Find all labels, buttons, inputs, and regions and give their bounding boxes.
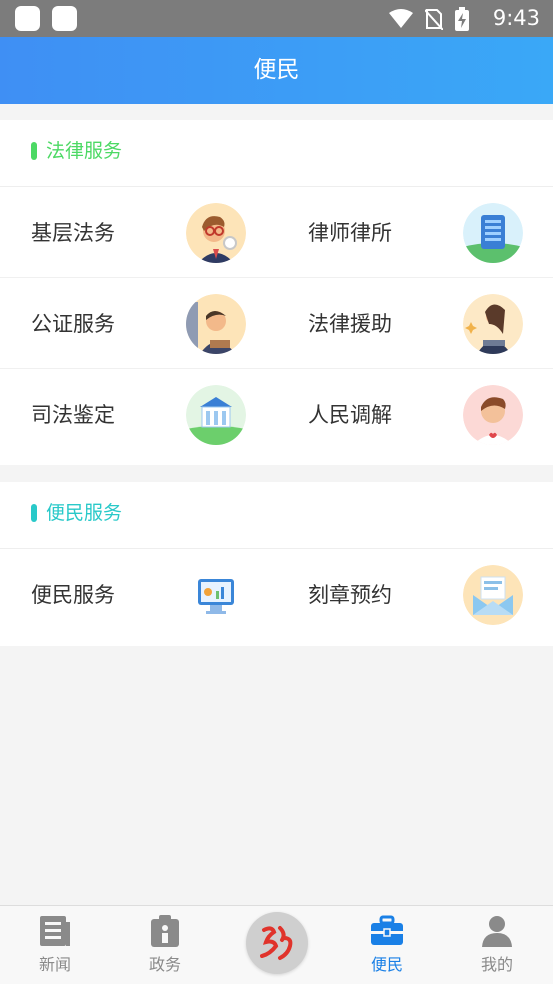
news-icon bbox=[40, 916, 70, 946]
notification-icon bbox=[52, 6, 77, 31]
wifi-icon bbox=[389, 9, 413, 28]
service-item-notary[interactable]: 公证服务 bbox=[0, 278, 276, 368]
section-accent-bar bbox=[31, 142, 37, 160]
no-sim-icon bbox=[425, 9, 443, 30]
service-item-civic-services[interactable]: 便民服务 bbox=[0, 549, 276, 639]
service-label: 律师律所 bbox=[308, 221, 392, 245]
envelope-box-icon bbox=[463, 565, 523, 625]
service-label: 人民调解 bbox=[308, 403, 392, 427]
service-row: 便民服务 刻章预约 bbox=[0, 549, 553, 639]
clock-time: 9:43 bbox=[492, 6, 540, 30]
service-label: 基层法务 bbox=[31, 221, 115, 245]
civic-services-section: 便民服务 便民服务 刻章预约 bbox=[0, 482, 553, 646]
notary-man-icon bbox=[186, 294, 246, 354]
briefcase-icon bbox=[371, 915, 403, 945]
service-row: 基层法务 律师律所 bbox=[0, 187, 553, 278]
service-label: 公证服务 bbox=[31, 312, 115, 336]
service-row: 司法鉴定 人民调解 bbox=[0, 369, 553, 459]
status-bar: 9:43 bbox=[0, 0, 553, 37]
section-title: 法律服务 bbox=[46, 140, 123, 162]
service-item-legal-aid[interactable]: 法律援助 bbox=[277, 278, 553, 368]
service-label: 法律援助 bbox=[308, 312, 392, 336]
tab-label: 政务 bbox=[148, 955, 181, 974]
section-header: 便民服务 bbox=[0, 482, 553, 549]
notification-icon bbox=[15, 6, 40, 31]
service-item-grassroots-legal[interactable]: 基层法务 bbox=[0, 187, 276, 277]
section-title: 便民服务 bbox=[46, 502, 123, 524]
tab-news[interactable]: 新闻 bbox=[0, 906, 110, 984]
tab-label: 便民 bbox=[370, 955, 403, 974]
service-label: 司法鉴定 bbox=[31, 403, 115, 427]
service-item-judicial-appraisal[interactable]: 司法鉴定 bbox=[0, 369, 276, 459]
courthouse-icon bbox=[186, 385, 246, 445]
tab-government[interactable]: 政务 bbox=[110, 906, 220, 984]
service-row: 公证服务 法律援助 bbox=[0, 278, 553, 369]
clipboard-id-icon bbox=[151, 915, 179, 947]
tab-label: 我的 bbox=[480, 955, 513, 974]
person-icon bbox=[482, 916, 512, 947]
mediator-man-icon bbox=[463, 385, 523, 445]
tab-convenience[interactable]: 便民 bbox=[332, 906, 442, 984]
computer-monitor-icon bbox=[186, 565, 246, 625]
center-logo-button[interactable] bbox=[246, 912, 308, 974]
legal-services-section: 法律服务 基层法务 律师律所 公证服务 法律援助 司法鉴定 人民调解 bbox=[0, 120, 553, 465]
service-item-law-firms[interactable]: 律师律所 bbox=[277, 187, 553, 277]
section-header: 法律服务 bbox=[0, 120, 553, 187]
section-accent-bar bbox=[31, 504, 37, 522]
calligraphy-logo-icon bbox=[260, 926, 293, 960]
battery-charging-icon bbox=[455, 7, 469, 31]
woman-lawyer-icon bbox=[463, 294, 523, 354]
service-label: 刻章预约 bbox=[308, 583, 392, 607]
service-item-people-mediation[interactable]: 人民调解 bbox=[277, 369, 553, 459]
lawyer-man-icon bbox=[186, 203, 246, 263]
service-label: 便民服务 bbox=[31, 583, 115, 607]
page-title: 便民 bbox=[0, 37, 553, 104]
tab-mine[interactable]: 我的 bbox=[442, 906, 552, 984]
tab-label: 新闻 bbox=[38, 955, 71, 974]
office-building-icon bbox=[463, 203, 523, 263]
service-item-seal-appointment[interactable]: 刻章预约 bbox=[277, 549, 553, 639]
